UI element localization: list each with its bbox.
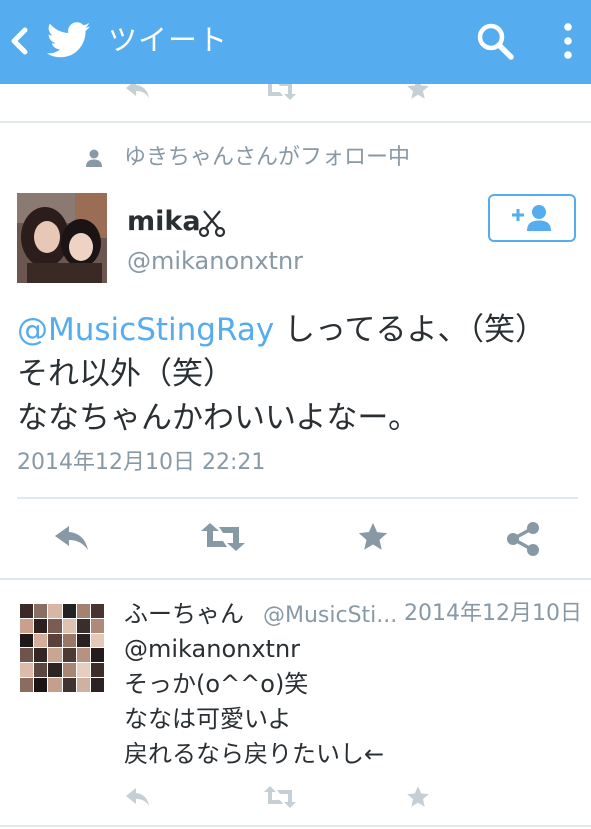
favorite-icon[interactable]: [404, 84, 432, 102]
previous-tweet-actions: [0, 84, 591, 102]
divider: [0, 825, 591, 827]
share-icon[interactable]: [504, 520, 542, 558]
page-title: ツイート: [108, 23, 229, 57]
add-user-icon: [512, 205, 551, 231]
divider: [0, 578, 591, 580]
follow-button[interactable]: [488, 194, 576, 242]
back-icon[interactable]: [8, 24, 30, 58]
reply-icon[interactable]: [124, 784, 152, 810]
reply-icon[interactable]: [52, 520, 92, 554]
twitter-bird-icon: [46, 22, 91, 58]
reply-author-handle[interactable]: @MusicSti...: [263, 600, 395, 632]
divider: [0, 121, 591, 123]
favorite-icon[interactable]: [404, 784, 432, 810]
author-name[interactable]: mika: [127, 205, 201, 239]
avatar[interactable]: [17, 193, 107, 283]
tweet-actions: [0, 512, 591, 568]
reply-avatar[interactable]: [20, 604, 104, 692]
mention-link[interactable]: @MusicStingRay: [17, 312, 274, 348]
tweet-text: @MusicStingRay しってるよ、（笑） それ以外（笑） ななちゃんかわ…: [17, 308, 582, 440]
person-icon: [86, 149, 102, 167]
search-icon[interactable]: [474, 20, 516, 62]
author-handle[interactable]: @mikanonxtnr: [127, 246, 303, 276]
tweet-timestamp: 2014年12月10日 22:21: [17, 450, 266, 475]
retweet-icon[interactable]: [200, 520, 246, 554]
reply-actions: [0, 780, 591, 814]
more-icon[interactable]: [556, 20, 580, 62]
social-context-text: ゆきちゃんさんがフォロー中: [124, 145, 411, 170]
social-context: ゆきちゃんさんがフォロー中: [0, 140, 591, 176]
retweet-icon[interactable]: [263, 84, 297, 102]
reply-date: 2014年12月10日: [404, 601, 582, 626]
reply-author-name[interactable]: ふーちゃん: [124, 598, 244, 630]
divider: [17, 497, 578, 499]
avatar-photo: [17, 193, 107, 283]
reply-text: @mikanonxtnr そっか(o^^o)笑 ななは可愛いよ 戻れるなら戻りた…: [124, 635, 385, 768]
scissors-icon: [198, 210, 226, 238]
favorite-icon[interactable]: [355, 520, 391, 554]
top-bar: ツイート: [0, 0, 591, 84]
reply-icon[interactable]: [124, 84, 152, 102]
retweet-icon[interactable]: [263, 784, 297, 810]
